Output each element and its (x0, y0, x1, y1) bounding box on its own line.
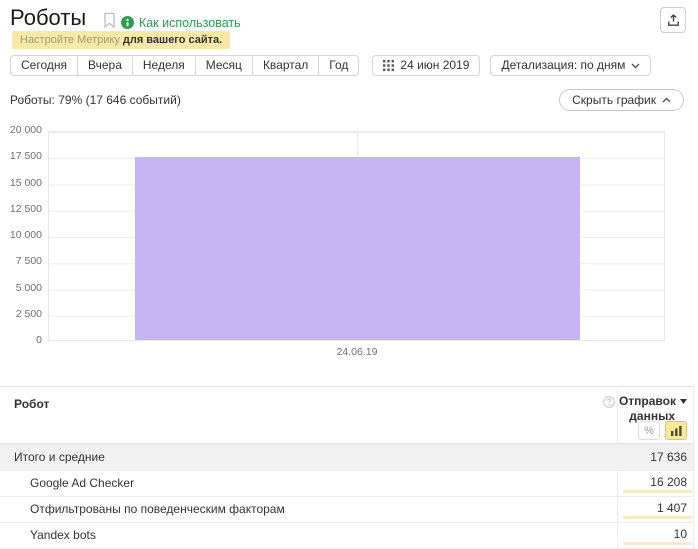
bar-chart-icon (671, 426, 682, 436)
value-bar-track (623, 542, 692, 545)
info-icon (121, 16, 134, 29)
y-axis-tick: 17 500 (0, 150, 42, 162)
y-axis-tick: 12 500 (0, 203, 42, 215)
export-icon (666, 13, 681, 28)
x-axis-label: 24.06.19 (307, 346, 407, 358)
view-toggles: % (638, 421, 687, 440)
chevron-down-icon (631, 63, 640, 69)
hide-chart-button[interactable]: Скрыть график (559, 89, 684, 111)
row-name: Google Ad Checker (30, 471, 134, 496)
y-axis-tick: 15 000 (0, 177, 42, 189)
period-week-button[interactable]: Неделя (133, 55, 196, 76)
row-value: 17 636 (650, 445, 687, 470)
y-axis-tick: 5 000 (0, 282, 42, 294)
value-bar-track (623, 516, 692, 519)
setup-banner[interactable]: Настройте Метрикудля вашего сайта. (12, 31, 230, 49)
metric-header-line1: Отправок (619, 394, 676, 409)
chart-bar[interactable] (135, 157, 580, 340)
y-axis-tick: 20 000 (0, 124, 42, 136)
column-header-metric[interactable]: Отправок данных (603, 394, 687, 424)
table-row[interactable]: Yandex bots 10 (0, 522, 693, 548)
y-axis-tick: 10 000 (0, 229, 42, 241)
how-to-use-link[interactable]: Как использовать (139, 16, 241, 30)
date-picker-label: 24 июн 2019 (400, 56, 469, 75)
period-month-button[interactable]: Месяц (196, 55, 253, 76)
robots-table: Робот Отправок данных % Итого и средние … (0, 386, 694, 549)
y-axis-tick: 7 500 (0, 255, 42, 267)
y-axis-tick: 0 (0, 334, 42, 346)
date-picker-button[interactable]: 24 июн 2019 (372, 55, 480, 76)
period-quarter-button[interactable]: Квартал (253, 55, 319, 76)
column-header-robot[interactable]: Робот (14, 397, 49, 411)
table-row[interactable]: Google Ad Checker 16 208 (0, 470, 693, 496)
export-button[interactable] (660, 7, 686, 33)
period-toolbar: Сегодня Вчера Неделя Месяц Квартал Год 2… (10, 55, 651, 76)
period-year-button[interactable]: Год (319, 55, 359, 76)
percent-view-toggle[interactable]: % (638, 421, 660, 440)
row-name: Yandex bots (30, 523, 96, 548)
detalization-label: Детализация: по дням (501, 56, 625, 75)
sort-desc-icon (680, 399, 687, 404)
calendar-grid-icon (383, 60, 394, 71)
row-name: Итого и средние (14, 445, 105, 470)
hide-chart-label: Скрыть график (572, 93, 656, 107)
table-row[interactable]: Отфильтрованы по поведенческим факторам … (0, 496, 693, 522)
value-bar-track (623, 490, 692, 493)
page-title: Роботы (10, 5, 86, 31)
banner-bold-text: для вашего сайта. (123, 34, 222, 46)
row-name: Отфильтрованы по поведенческим факторам (30, 497, 285, 522)
detalization-dropdown[interactable]: Детализация: по дням (490, 55, 651, 76)
banner-link-text[interactable]: Настройте Метрику (20, 34, 120, 46)
table-header: Робот Отправок данных % (0, 387, 693, 444)
robots-summary: Роботы: 79% (17 646 событий) (10, 93, 181, 107)
chart-plot-area (48, 131, 665, 341)
chevron-up-icon (662, 97, 671, 103)
period-segmented-control: Сегодня Вчера Неделя Месяц Квартал Год (10, 55, 359, 76)
help-icon (603, 396, 615, 408)
table-row-total[interactable]: Итого и средние 17 636 (0, 444, 693, 470)
robots-report-page: Роботы Как использовать Настройте Метрик… (0, 0, 698, 549)
period-today-button[interactable]: Сегодня (10, 55, 78, 76)
bars-view-toggle[interactable] (665, 421, 687, 440)
y-axis-tick: 2 500 (0, 308, 42, 320)
period-yesterday-button[interactable]: Вчера (78, 55, 133, 76)
